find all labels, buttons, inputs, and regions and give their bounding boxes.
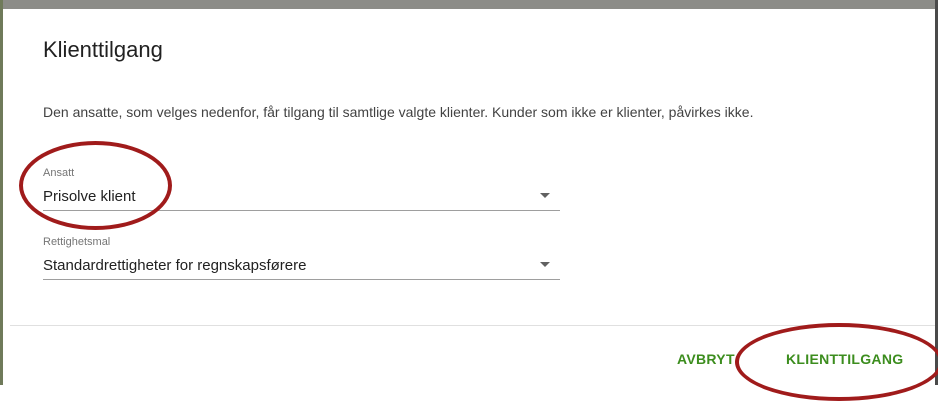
klienttilgang-dialog: Klienttilgang Den ansatte, som velges ne…: [10, 9, 935, 385]
rettighetsmal-label: Rettighetsmal: [43, 236, 111, 248]
caret-down-icon[interactable]: [540, 193, 550, 198]
background-window-edge-left: [0, 0, 3, 385]
ansatt-underline: [43, 210, 560, 211]
cancel-button[interactable]: AVBRYT: [677, 351, 735, 367]
caret-down-icon[interactable]: [540, 262, 550, 267]
dialog-title: Klienttilgang: [43, 37, 163, 62]
klienttilgang-button[interactable]: KLIENTTILGANG: [786, 351, 903, 367]
dialog-description: Den ansatte, som velges nedenfor, får ti…: [43, 104, 754, 120]
rettighetsmal-value[interactable]: Standardrettigheter for regnskapsførere: [43, 257, 306, 274]
ansatt-value[interactable]: Prisolve klient: [43, 188, 136, 205]
rettighetsmal-select[interactable]: Rettighetsmal Standardrettigheter for re…: [43, 236, 560, 282]
ansatt-label: Ansatt: [43, 167, 75, 179]
background-window-edge-top: [0, 0, 938, 9]
ansatt-select[interactable]: Ansatt Prisolve klient: [43, 167, 560, 213]
rettighetsmal-underline: [43, 279, 560, 280]
footer-divider: [10, 325, 935, 326]
